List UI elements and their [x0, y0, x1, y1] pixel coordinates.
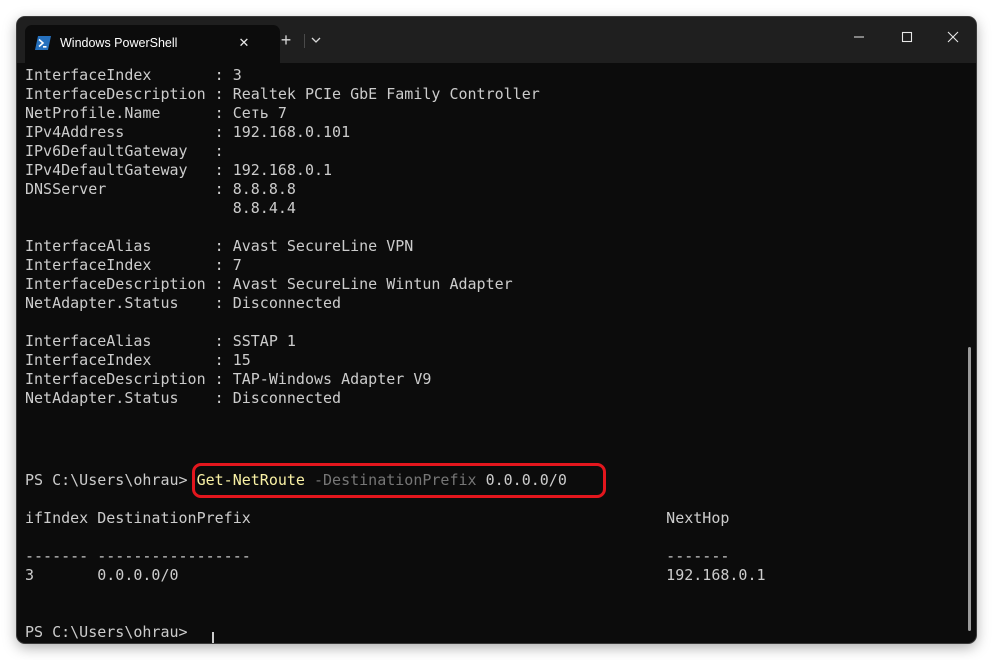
prompt: PS C:\Users\ohrau>	[25, 471, 197, 489]
output-line: InterfaceAlias : Avast SecureLine VPN	[25, 237, 414, 255]
tab-close-button[interactable]: ✕	[234, 33, 254, 53]
output-line: IPv4Address : 192.168.0.101	[25, 123, 351, 141]
maximize-icon[interactable]	[892, 25, 922, 49]
terminal-output[interactable]: InterfaceIndex : 3 InterfaceDescription …	[25, 63, 955, 643]
title-bar[interactable]: Windows PowerShell ✕ +	[17, 17, 976, 63]
text-cursor	[212, 632, 214, 643]
command-highlight-box	[192, 463, 606, 498]
output-line: NetAdapter.Status : Disconnected	[25, 389, 342, 407]
minimize-icon[interactable]	[844, 25, 874, 49]
tab-windows-powershell[interactable]: Windows PowerShell ✕	[25, 25, 280, 63]
powershell-window: Windows PowerShell ✕ + InterfaceIndex : …	[17, 17, 976, 643]
table-header: etric	[25, 528, 976, 547]
new-tab-button[interactable]: +	[276, 30, 296, 50]
output-line: InterfaceDescription : TAP-Windows Adapt…	[25, 370, 432, 388]
tab-title: Windows PowerShell	[60, 36, 178, 50]
output-line: IPv4DefaultGateway : 192.168.0.1	[25, 161, 333, 179]
final-prompt: PS C:\Users\ohrau>	[25, 623, 197, 641]
output-line: IPv6DefaultGateway :	[25, 142, 224, 160]
output-line: InterfaceAlias : SSTAP 1	[25, 332, 296, 350]
output-line: DNSServer : 8.8.8.8	[25, 180, 296, 198]
chevron-down-icon[interactable]	[308, 30, 324, 50]
output-line: NetAdapter.Status : Disconnected	[25, 294, 342, 312]
output-line: InterfaceIndex : 7	[25, 256, 242, 274]
table-row: 3 0.0.0.0/0 192.168.0.1 0	[25, 566, 766, 584]
close-icon[interactable]	[938, 25, 968, 49]
output-line: NetProfile.Name : Сеть 7	[25, 104, 287, 122]
output-line: InterfaceIndex : 3	[25, 66, 242, 84]
output-line: InterfaceDescription : Realtek PCIe GbE …	[25, 85, 540, 103]
scrollbar[interactable]	[968, 347, 971, 631]
output-line: InterfaceIndex : 15	[25, 351, 251, 369]
output-line: InterfaceDescription : Avast SecureLine …	[25, 275, 513, 293]
powershell-icon	[35, 36, 51, 50]
divider	[304, 34, 305, 48]
table-header: ifIndex DestinationPrefix NextHop RouteM	[25, 509, 730, 527]
table-separator: ------- ----------------- ------- ------	[25, 547, 730, 565]
output-line: 8.8.4.4	[25, 199, 296, 217]
